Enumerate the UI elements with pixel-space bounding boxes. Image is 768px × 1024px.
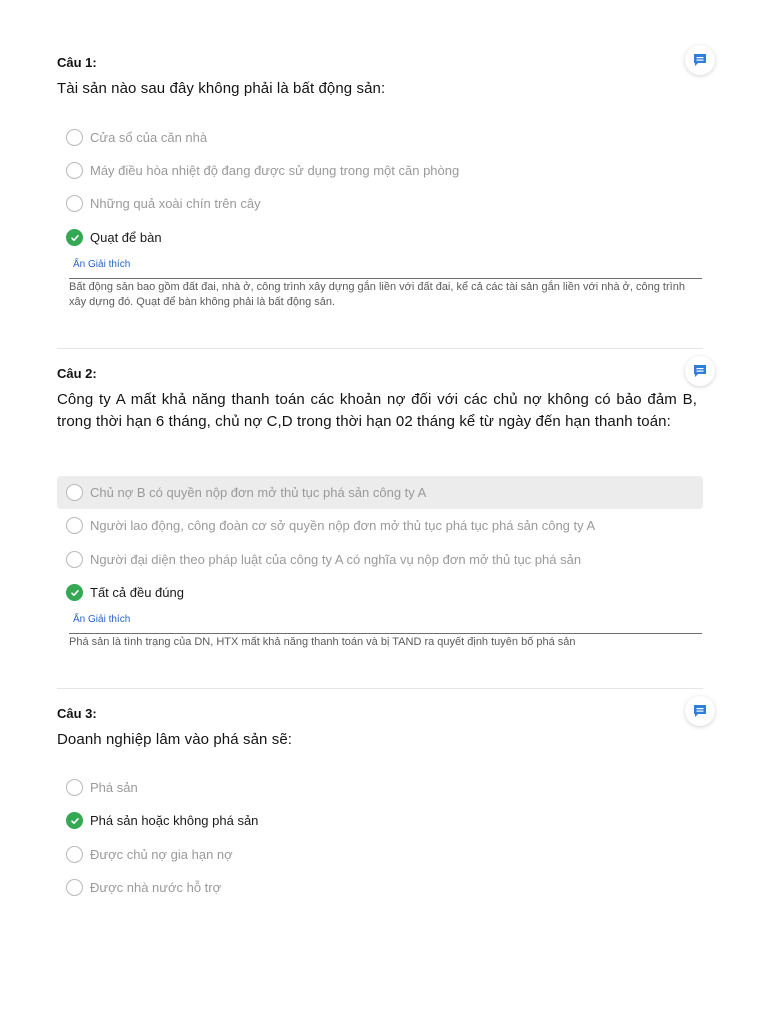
option-text: Người lao động, công đoàn cơ sở quyền nộ… xyxy=(90,518,596,533)
answer-option[interactable]: Máy điều hòa nhiệt độ đang được sử dụng … xyxy=(57,154,703,187)
divider xyxy=(57,348,703,349)
question-label: Câu 1: xyxy=(57,55,97,70)
answer-option-selected[interactable]: Quạt để bàn xyxy=(57,221,703,254)
hide-explanation-link[interactable]: Ẩn Giải thích xyxy=(73,259,130,270)
answer-option[interactable]: Phá sản xyxy=(57,771,703,804)
option-text: Chủ nợ B có quyền nộp đơn mở thủ tục phá… xyxy=(90,485,427,500)
radio-button[interactable] xyxy=(66,484,83,501)
question-label: Câu 2: xyxy=(57,366,97,381)
radio-button-checked[interactable] xyxy=(66,812,83,829)
option-text: Những quả xoài chín trên cây xyxy=(90,196,261,211)
comment-icon xyxy=(694,365,706,377)
option-text: Người đại diện theo pháp luật của công t… xyxy=(90,552,582,567)
question-text: Doanh nghiệp lâm vào phá sản sẽ: xyxy=(57,731,293,748)
answer-option-selected[interactable]: Phá sản hoặc không phá sản xyxy=(57,804,703,837)
option-text: Tất cả đều đúng xyxy=(90,585,184,600)
answer-option[interactable]: Được nhà nước hỗ trợ xyxy=(57,871,703,904)
explanation-text: Phá sản là tình trạng của DN, HTX mất kh… xyxy=(69,633,702,650)
hide-explanation-link[interactable]: Ẩn Giải thích xyxy=(73,614,130,625)
check-icon xyxy=(70,817,79,824)
option-text: Máy điều hòa nhiệt độ đang được sử dụng … xyxy=(90,163,460,178)
comment-button[interactable] xyxy=(685,356,715,386)
explanation-text: Bất động sản bao gồm đất đai, nhà ở, côn… xyxy=(69,278,702,310)
option-text: Được chủ nợ gia hạn nợ xyxy=(90,847,233,862)
option-text: Cửa sổ của căn nhà xyxy=(90,130,208,145)
comment-icon xyxy=(694,705,706,717)
radio-button[interactable] xyxy=(66,162,83,179)
answer-option-selected[interactable]: Tất cả đều đúng xyxy=(57,576,703,609)
check-icon xyxy=(70,234,79,241)
answer-option[interactable]: Người đại diện theo pháp luật của công t… xyxy=(57,543,703,576)
option-text: Quạt để bàn xyxy=(90,230,162,245)
radio-button-checked[interactable] xyxy=(66,584,83,601)
radio-button[interactable] xyxy=(66,846,83,863)
option-text: Phá sản hoặc không phá sản xyxy=(90,813,259,828)
answer-option[interactable]: Người lao động, công đoàn cơ sở quyền nộ… xyxy=(57,509,703,542)
radio-button[interactable] xyxy=(66,129,83,146)
radio-button[interactable] xyxy=(66,879,83,896)
answer-option[interactable]: Những quả xoài chín trên cây xyxy=(57,187,703,220)
comment-button[interactable] xyxy=(685,696,715,726)
answer-option[interactable]: Được chủ nợ gia hạn nợ xyxy=(57,838,703,871)
option-text: Phá sản xyxy=(90,780,138,795)
radio-button-checked[interactable] xyxy=(66,229,83,246)
comment-button[interactable] xyxy=(685,45,715,75)
question-text: Tài sản nào sau đây không phải là bất độ… xyxy=(57,80,386,97)
divider xyxy=(57,688,703,689)
check-icon xyxy=(70,589,79,596)
option-text: Được nhà nước hỗ trợ xyxy=(90,880,222,895)
answer-option[interactable]: Chủ nợ B có quyền nộp đơn mở thủ tục phá… xyxy=(57,476,703,509)
answer-option[interactable]: Cửa sổ của căn nhà xyxy=(57,121,703,154)
radio-button[interactable] xyxy=(66,779,83,796)
question-label: Câu 3: xyxy=(57,706,97,721)
radio-button[interactable] xyxy=(66,195,83,212)
radio-button[interactable] xyxy=(66,517,83,534)
question-text: Công ty A mất khả năng thanh toán các kh… xyxy=(57,391,697,430)
comment-icon xyxy=(694,54,706,66)
radio-button[interactable] xyxy=(66,551,83,568)
